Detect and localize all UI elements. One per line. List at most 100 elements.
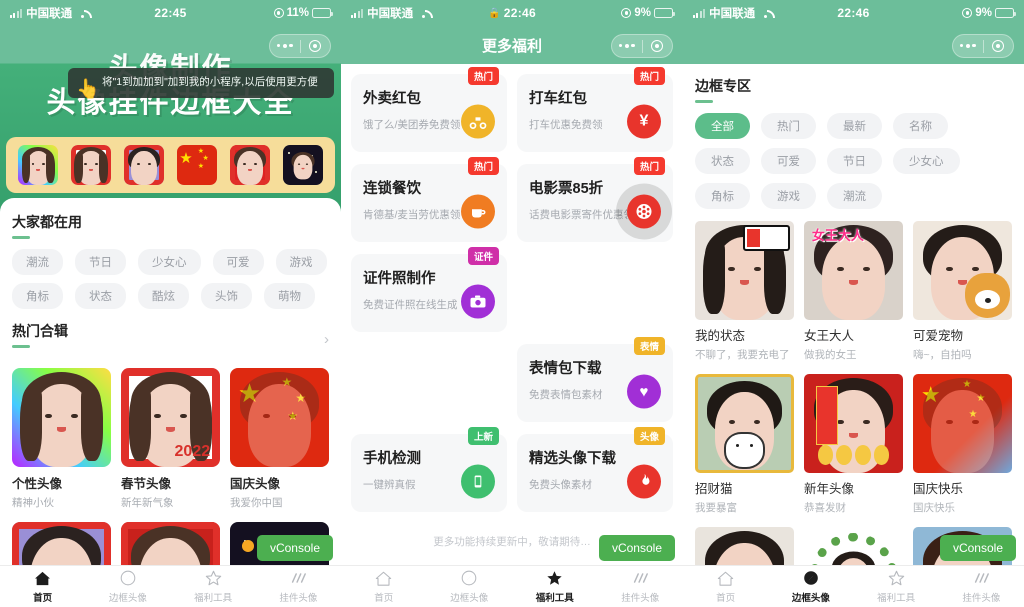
tag-chip[interactable]: 少女心 bbox=[138, 249, 201, 275]
filter-chip[interactable]: 名称 bbox=[893, 113, 948, 139]
border-item[interactable]: 女王大人 女王大人 做我的女王 bbox=[804, 221, 903, 362]
tag-chip[interactable]: 可爱 bbox=[212, 249, 264, 275]
heart-icon: ♥ bbox=[627, 374, 661, 409]
tag-chip[interactable]: 游戏 bbox=[275, 249, 327, 275]
nav-bar: 更多福利 bbox=[341, 26, 683, 64]
avatar-sample[interactable] bbox=[71, 145, 112, 185]
welfare-card[interactable]: 上新 手机检测 一键辨真假 bbox=[351, 427, 507, 512]
welfare-card[interactable]: 表情 表情包下载 免费表情包素材 ♥ bbox=[517, 337, 673, 422]
tab-label: 边框头像 bbox=[450, 592, 489, 604]
border-item[interactable]: 可爱宠物 嗨~，自拍吗 bbox=[913, 221, 1012, 362]
filter-chip-all[interactable]: 全部 bbox=[695, 113, 750, 139]
more-menu-icon[interactable] bbox=[953, 44, 983, 48]
tab-welfare-tools[interactable]: 福利工具 bbox=[171, 566, 256, 607]
compass-icon bbox=[461, 570, 477, 587]
tab-pendant-avatar[interactable]: 挂件头像 bbox=[256, 566, 341, 607]
welfare-card-grid: 热门 外卖红包 饿了么/美团券免费领 热门 打车红包 打车优惠免费领 ¥ 热门 … bbox=[341, 64, 683, 607]
vconsole-button[interactable]: vConsole bbox=[598, 535, 675, 561]
border-item[interactable]: 招财猫 我要暴富 bbox=[695, 374, 794, 515]
wechat-capsule-button[interactable] bbox=[269, 34, 331, 58]
welfare-card[interactable]: 热门 打车红包 打车优惠免费领 ¥ bbox=[517, 67, 673, 152]
more-menu-icon[interactable] bbox=[612, 44, 642, 48]
status-badge: 表情 bbox=[633, 337, 665, 355]
card-subtitle: 新年新气象 bbox=[121, 497, 174, 509]
filter-chip[interactable]: 最新 bbox=[827, 113, 882, 139]
tag-chip[interactable]: 酷炫 bbox=[138, 283, 189, 309]
filter-chip[interactable]: 可爱 bbox=[761, 148, 816, 174]
tab-border-avatar[interactable]: 边框头像 bbox=[85, 566, 170, 607]
screenshot-stage: 中国联通 22:45 11% 头像制作 头像挂件边框大 bbox=[0, 0, 1024, 607]
tab-label: 挂件头像 bbox=[279, 592, 318, 604]
welfare-card[interactable]: 热门 外卖红包 饿了么/美团券免费领 bbox=[351, 67, 507, 152]
card-subtitle: 我爱你中国 bbox=[230, 497, 283, 509]
tag-chip[interactable]: 潮流 bbox=[12, 249, 63, 275]
welfare-card[interactable]: 热门 电影票85折 话费电影票寄件优惠领 bbox=[517, 157, 673, 242]
card-subtitle: 精神小伙 bbox=[12, 497, 54, 509]
tab-label: 首页 bbox=[374, 592, 394, 604]
tab-home[interactable]: 首页 bbox=[341, 566, 427, 607]
collection-card[interactable]: 个性头像 精神小伙 bbox=[12, 368, 111, 510]
status-badge: 头像 bbox=[633, 427, 665, 445]
tag-chip[interactable]: 角标 bbox=[12, 283, 63, 309]
hero-banner: 中国联通 22:45 11% 头像制作 头像挂件边框大 bbox=[0, 0, 341, 212]
tag-chip[interactable]: 头饰 bbox=[201, 283, 252, 309]
status-badge: 热门 bbox=[467, 67, 499, 85]
tab-welfare-tools[interactable]: 福利工具 bbox=[854, 566, 939, 607]
tab-pendant-avatar[interactable]: 挂件头像 bbox=[598, 566, 684, 607]
avatar-sample[interactable]: ★ ★ ★ ★ bbox=[176, 145, 217, 185]
flame-icon bbox=[627, 464, 661, 499]
border-item[interactable]: ★ ★ ★ ★ 国庆快乐 国庆快乐 bbox=[913, 374, 1012, 515]
filter-chip[interactable]: 少女心 bbox=[893, 148, 960, 174]
tag-chip[interactable]: 萌物 bbox=[264, 283, 315, 309]
filter-chip[interactable]: 潮流 bbox=[827, 183, 882, 209]
tag-chip[interactable]: 节日 bbox=[75, 249, 126, 275]
tab-border-avatar[interactable]: 边框头像 bbox=[768, 566, 853, 607]
tag-chip[interactable]: 状态 bbox=[75, 283, 126, 309]
tab-bar: 首页 边框头像 福利工具 挂件头像 bbox=[341, 565, 683, 607]
star-icon bbox=[888, 570, 905, 587]
avatar-sample[interactable] bbox=[18, 145, 59, 185]
dog-sticker-icon bbox=[964, 272, 1011, 319]
status-right: 11% bbox=[273, 7, 333, 19]
avatar-sample[interactable] bbox=[282, 145, 323, 185]
tab-home[interactable]: 首页 bbox=[0, 566, 85, 607]
tab-bar: 首页 边框头像 福利工具 挂件头像 bbox=[683, 565, 1024, 607]
tab-border-avatar[interactable]: 边框头像 bbox=[427, 566, 513, 607]
filter-chip[interactable]: 热门 bbox=[761, 113, 816, 139]
welfare-card[interactable]: 证件 证件照制作 免费证件照在线生成 bbox=[351, 247, 507, 332]
filter-chip[interactable]: 游戏 bbox=[761, 183, 816, 209]
wechat-capsule-button[interactable] bbox=[952, 34, 1014, 58]
close-target-icon[interactable] bbox=[983, 40, 1013, 52]
chevron-right-icon[interactable]: › bbox=[324, 331, 329, 348]
welfare-card[interactable]: 热门 连锁餐饮 肯德基/麦当劳优惠领 bbox=[351, 157, 507, 242]
tab-label: 边框头像 bbox=[791, 592, 830, 604]
tab-pendant-avatar[interactable]: 挂件头像 bbox=[939, 566, 1024, 607]
battery-icon bbox=[995, 8, 1016, 18]
collection-card[interactable]: 2022 春节头像 新年新气象 bbox=[121, 368, 220, 510]
vconsole-button[interactable]: vConsole bbox=[256, 535, 333, 561]
welfare-card[interactable]: 头像 精选头像下载 免费头像素材 bbox=[517, 427, 673, 512]
collection-card[interactable]: ★★★★ 国庆头像 我爱你中国 bbox=[230, 368, 329, 510]
close-target-icon[interactable] bbox=[300, 40, 330, 52]
avatar-sample[interactable] bbox=[124, 145, 165, 185]
status-badge: 证件 bbox=[467, 247, 499, 265]
tab-welfare-tools[interactable]: 福利工具 bbox=[512, 566, 598, 607]
filter-chip[interactable]: 状态 bbox=[695, 148, 750, 174]
status-bar: 中国联通 22:45 11% bbox=[0, 0, 341, 26]
item-title: 新年头像 bbox=[804, 482, 855, 496]
tab-label: 挂件头像 bbox=[621, 592, 660, 604]
item-title: 女王大人 bbox=[804, 329, 855, 343]
close-target-icon[interactable] bbox=[642, 40, 672, 52]
tab-label: 边框头像 bbox=[108, 592, 147, 604]
popular-section: 大家都在用 潮流 节日 少女心 可爱 游戏 角标 状态 酷炫 头饰 萌物 bbox=[12, 212, 329, 309]
section-underline bbox=[695, 100, 713, 103]
vconsole-button[interactable]: vConsole bbox=[939, 535, 1016, 561]
avatar-sample[interactable] bbox=[229, 145, 270, 185]
filter-chip[interactable]: 节日 bbox=[827, 148, 882, 174]
wechat-capsule-button[interactable] bbox=[611, 34, 673, 58]
border-item[interactable]: 我的状态 不聊了，我要充电了 bbox=[695, 221, 794, 362]
border-item[interactable]: 新年头像 恭喜发财 bbox=[804, 374, 903, 515]
more-menu-icon[interactable] bbox=[270, 44, 300, 48]
filter-chip[interactable]: 角标 bbox=[695, 183, 750, 209]
tab-home[interactable]: 首页 bbox=[683, 566, 768, 607]
